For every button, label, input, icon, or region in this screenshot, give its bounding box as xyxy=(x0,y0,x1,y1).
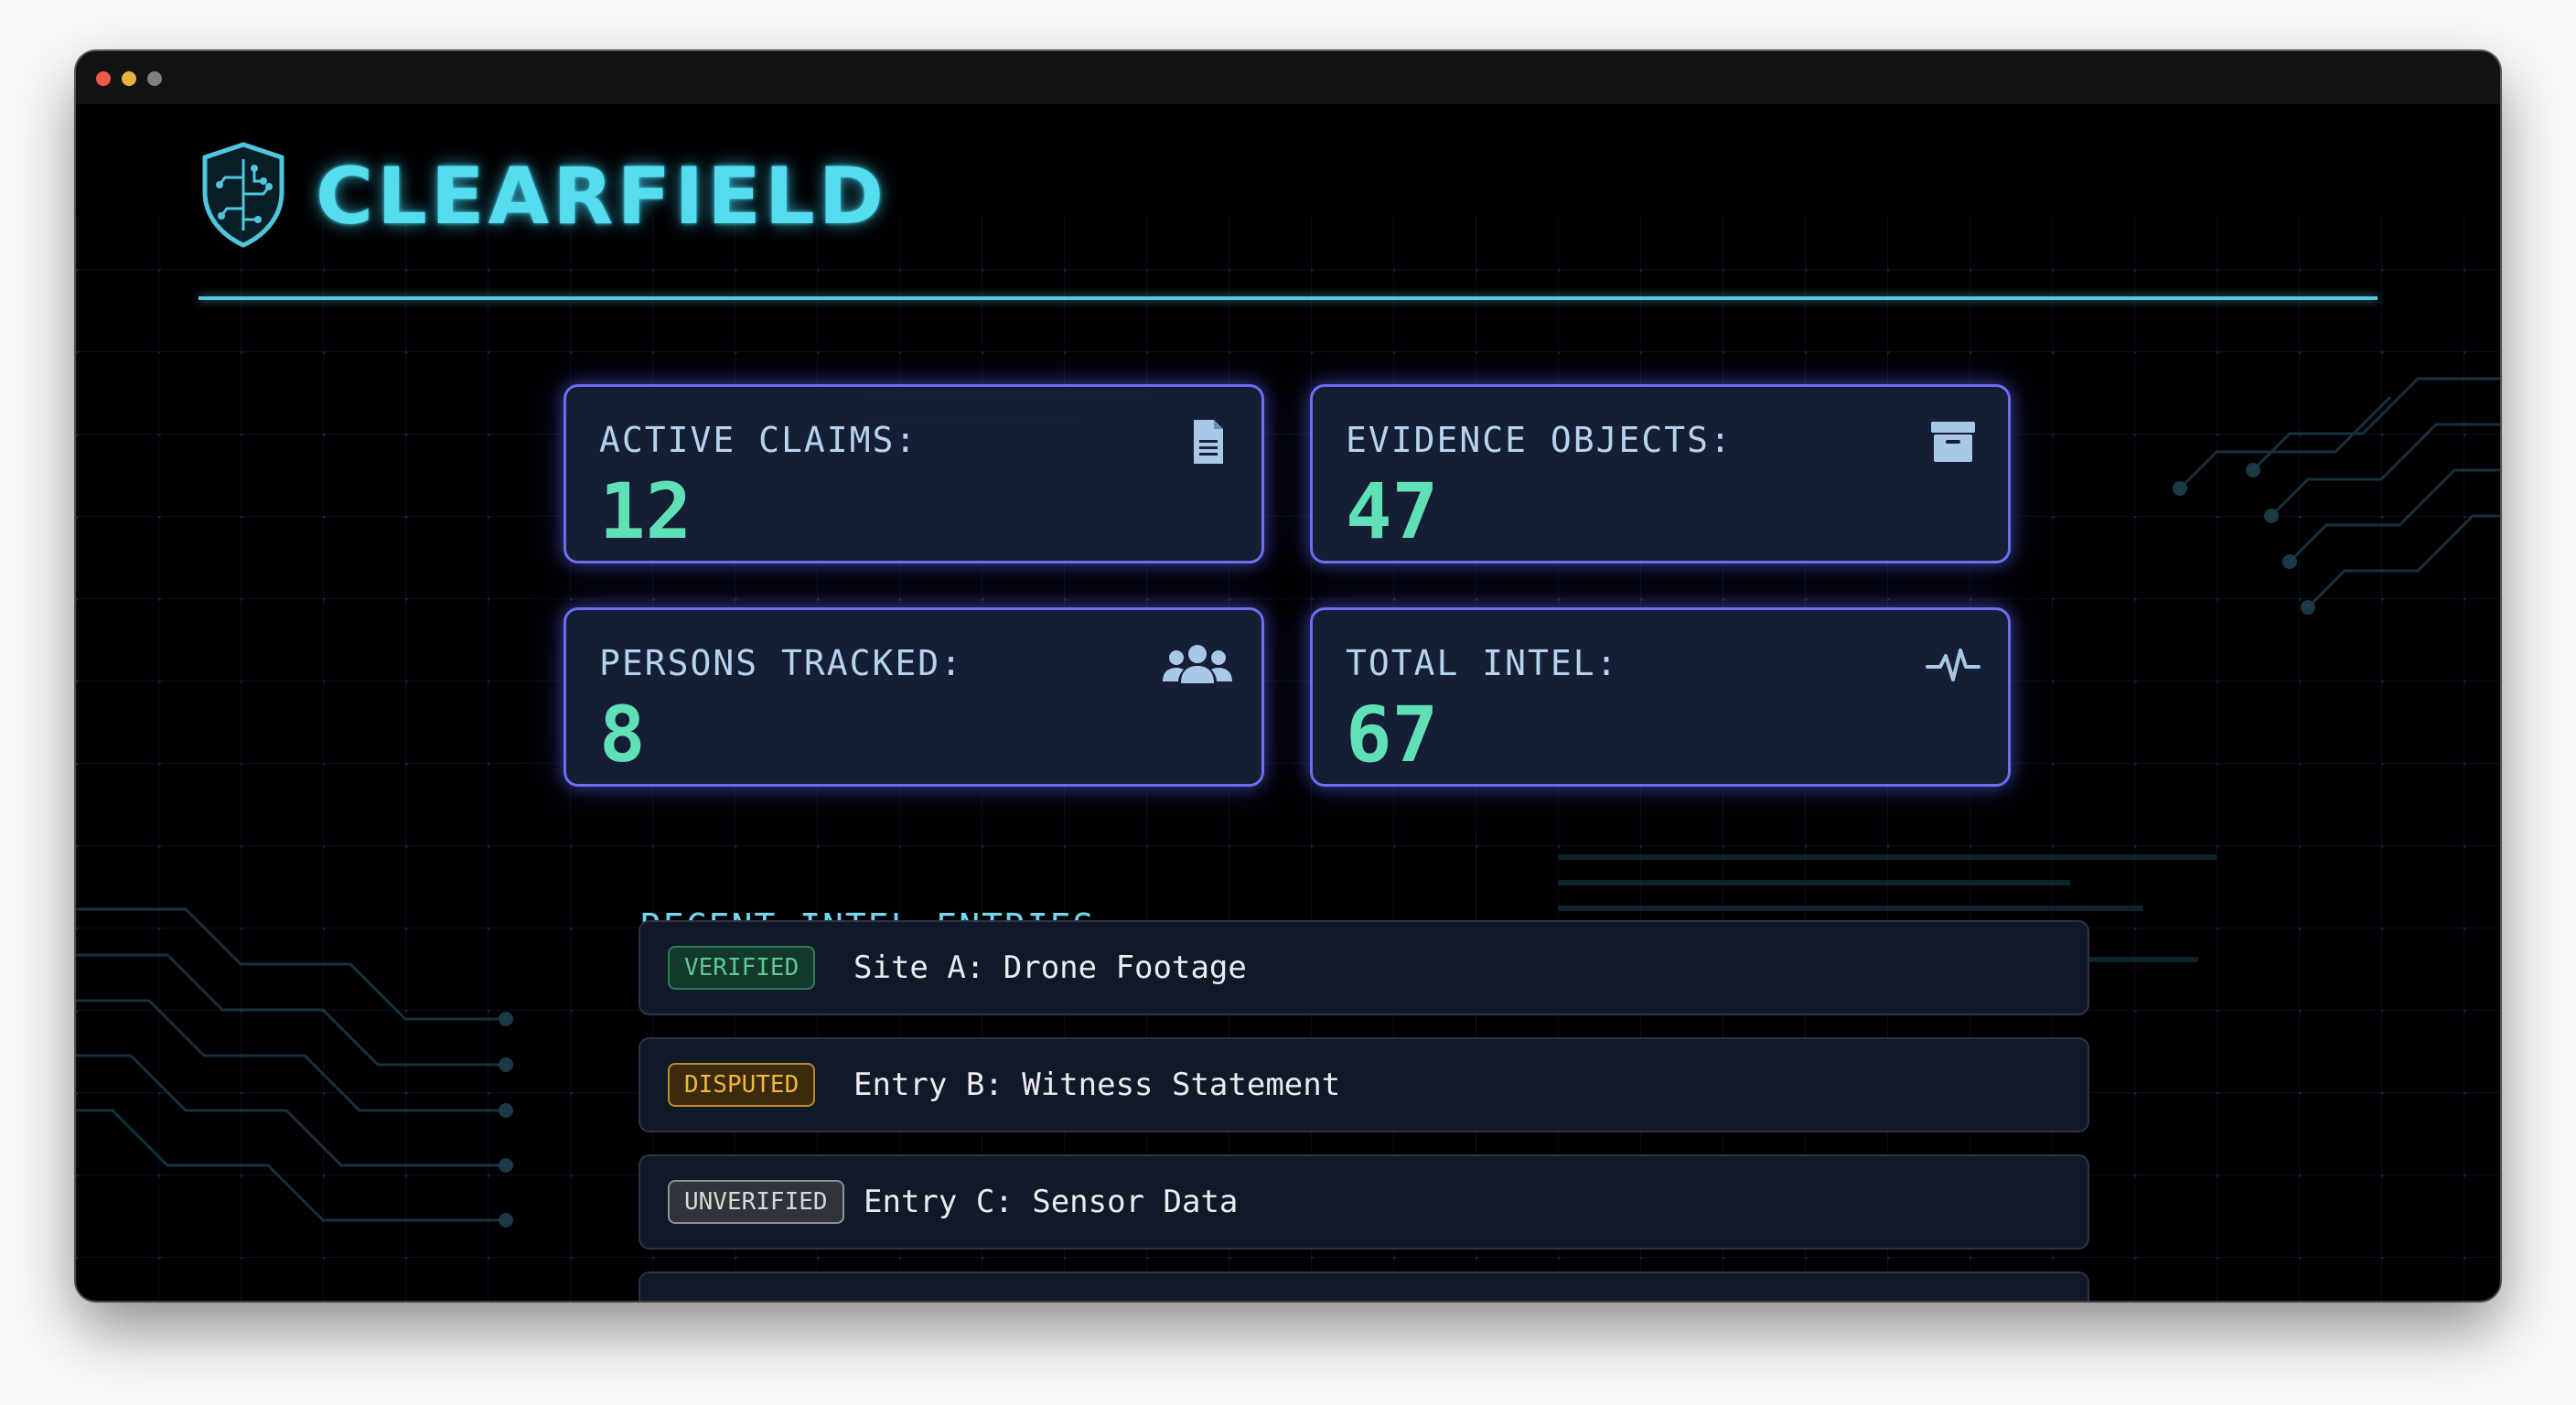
intel-entry-title: Site A: Drone Footage xyxy=(853,949,1247,986)
title-bar xyxy=(76,51,2500,104)
stat-value: 67 xyxy=(1346,690,1439,779)
app-window: CLEARFIELD ACTIVE CLAIMS: 12 EVIDENCE OB… xyxy=(76,51,2500,1301)
stat-label: EVIDENCE OBJECTS: xyxy=(1346,420,1733,460)
stat-label: ACTIVE CLAIMS: xyxy=(599,420,918,460)
stat-value: 47 xyxy=(1346,467,1439,556)
minimize-window-button[interactable] xyxy=(122,71,136,86)
stat-value: 8 xyxy=(599,690,646,779)
zoom-window-button[interactable] xyxy=(147,71,162,86)
shield-logo-icon xyxy=(202,142,284,248)
intel-entry-title: Entry C: Sensor Data xyxy=(864,1184,1239,1220)
stat-card-total-intel[interactable]: TOTAL INTEL: 67 xyxy=(1310,607,2011,787)
intel-entry[interactable]: DISPUTED Entry B: Witness Statement xyxy=(639,1037,2089,1132)
stat-value: 12 xyxy=(599,467,692,556)
intel-entry[interactable]: UNVERIFIED Entry C: Sensor Data xyxy=(639,1154,2089,1249)
users-icon xyxy=(1163,645,1232,683)
close-window-button[interactable] xyxy=(96,71,111,86)
intel-entry-title: Entry B: Witness Statement xyxy=(853,1067,1341,1103)
status-badge-verified: VERIFIED xyxy=(668,946,816,990)
stat-label: PERSONS TRACKED: xyxy=(599,643,964,683)
intel-entry-partial[interactable] xyxy=(639,1271,2089,1301)
status-badge-disputed: DISPUTED xyxy=(668,1063,816,1107)
stat-card-evidence-objects[interactable]: EVIDENCE OBJECTS: 47 xyxy=(1310,384,2011,563)
stat-label: TOTAL INTEL: xyxy=(1346,643,1619,683)
header-divider xyxy=(199,296,2377,300)
document-icon xyxy=(1194,420,1223,464)
archive-box-icon xyxy=(1931,422,1975,462)
status-badge-unverified: UNVERIFIED xyxy=(668,1180,844,1224)
stat-card-persons-tracked[interactable]: PERSONS TRACKED: 8 xyxy=(564,607,1264,787)
intel-entry[interactable]: VERIFIED Site A: Drone Footage xyxy=(639,920,2089,1015)
activity-pulse-icon xyxy=(1926,649,1980,681)
stat-card-active-claims[interactable]: ACTIVE CLAIMS: 12 xyxy=(564,384,1264,563)
app-logo-text: CLEARFIELD xyxy=(316,151,888,242)
